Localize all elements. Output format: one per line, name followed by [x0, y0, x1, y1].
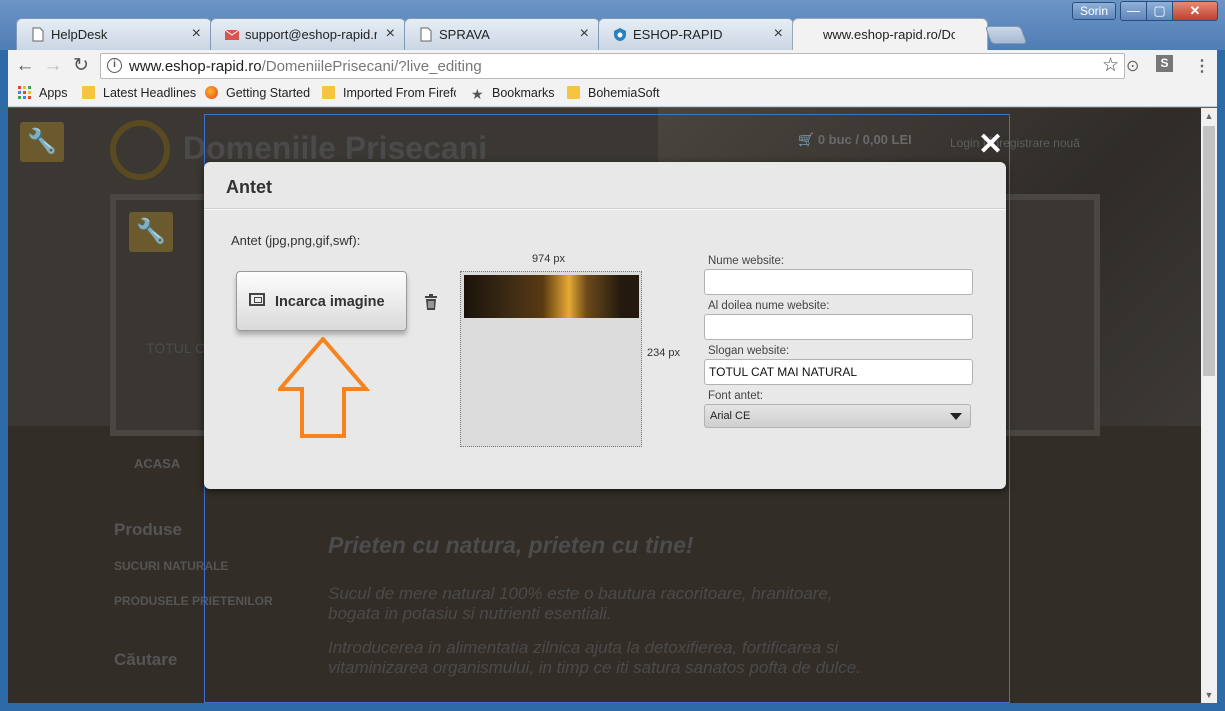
browser-toolbar: ← → ↻ i www.eshop-rapid.ro/DomeniilePris…	[8, 50, 1217, 82]
tab-title: support@eshop-rapid.ro	[245, 27, 377, 42]
website-name-input[interactable]	[704, 269, 973, 295]
address-bar[interactable]: i www.eshop-rapid.ro/DomeniilePrisecani/…	[100, 53, 1125, 79]
close-tab-icon[interactable]: ×	[580, 25, 589, 43]
maximize-button[interactable]: ▢	[1146, 1, 1173, 21]
folder-icon	[322, 86, 335, 99]
height-label: 234 px	[647, 347, 681, 359]
sidebar-search-heading: Căutare	[114, 650, 178, 669]
hero-slogan: TOTUL C	[146, 340, 206, 356]
bookmark-label: Imported From Firefo	[343, 86, 456, 100]
window-bottom-border	[0, 703, 1225, 711]
tab-title: HelpDesk	[51, 27, 108, 42]
apps-grid-icon	[18, 86, 31, 99]
bookmark-imported[interactable]: Imported From Firefo	[322, 86, 456, 100]
font-label: Font antet:	[708, 390, 763, 402]
folder-icon	[82, 86, 95, 99]
tab-active-page[interactable]: www.eshop-rapid.ro/Dom	[792, 18, 988, 51]
tab-support-mail[interactable]: support@eshop-rapid.ro ×	[210, 18, 406, 50]
upload-image-button[interactable]: Incarca imagine	[236, 271, 407, 331]
slogan-label: Slogan website:	[708, 345, 790, 357]
reload-icon[interactable]: ↻	[68, 54, 94, 78]
menu-icon[interactable]: ⋮	[1194, 56, 1210, 76]
chevron-down-icon	[950, 413, 962, 420]
bookmarks-bar: Apps Latest Headlines Getting Started Im…	[8, 82, 1217, 107]
url-path: /DomeniilePrisecani/?live_editing	[261, 58, 482, 75]
close-tab-icon[interactable]: ×	[774, 25, 783, 43]
wrench-icon[interactable]: 🔧	[20, 122, 64, 162]
website-name-label: Nume website:	[708, 255, 785, 267]
second-name-input[interactable]	[704, 314, 973, 340]
tab-helpdesk[interactable]: HelpDesk ×	[16, 18, 212, 50]
forward-icon[interactable]: →	[40, 54, 66, 78]
width-label: 974 px	[532, 253, 566, 265]
bookmark-label: Latest Headlines	[103, 86, 197, 100]
bookmark-latest-headlines[interactable]: Latest Headlines	[82, 86, 196, 100]
bookmark-star-icon[interactable]: ☆	[1102, 54, 1119, 77]
trash-icon[interactable]	[424, 294, 438, 310]
page-icon	[420, 27, 432, 42]
file-type-label: Antet (jpg,png,gif,swf):	[231, 233, 361, 248]
nav-home-link[interactable]: ACASA	[134, 456, 180, 471]
wrench-icon[interactable]: 🔧	[129, 212, 173, 252]
bookmark-label: Apps	[39, 86, 68, 100]
scroll-up-icon[interactable]: ▲	[1201, 108, 1217, 124]
star-icon: ★	[471, 86, 484, 102]
folder-icon	[567, 86, 580, 99]
page-scrollbar[interactable]: ▲ ▼	[1201, 108, 1217, 703]
url-text: www.eshop-rapid.ro/DomeniilePrisecani/?l…	[129, 58, 482, 75]
font-select[interactable]: Arial CE	[704, 404, 971, 428]
up-arrow-annotation-icon	[278, 337, 370, 438]
firefox-icon	[205, 86, 218, 99]
upload-button-label: Incarca imagine	[275, 294, 385, 310]
logo-icon	[110, 120, 170, 180]
info-icon[interactable]: i	[107, 58, 122, 73]
image-icon	[249, 293, 265, 306]
tab-eshop-rapid[interactable]: ESHOP-RAPID ×	[598, 18, 794, 50]
close-tab-icon[interactable]: ×	[386, 25, 395, 43]
profile-button[interactable]: Sorin	[1072, 2, 1116, 20]
close-overlay-icon[interactable]: ✕	[978, 130, 1003, 160]
bookmark-label: Bookmarks	[492, 86, 555, 100]
bookmark-apps[interactable]: Apps	[18, 86, 68, 100]
page-icon	[32, 27, 44, 42]
font-select-value: Arial CE	[710, 410, 751, 422]
bookmark-bohemiasoft[interactable]: BohemiaSoft	[567, 86, 660, 100]
header-image-preview	[460, 271, 642, 447]
scroll-down-icon[interactable]: ▼	[1201, 687, 1217, 703]
extension-s-icon[interactable]: S	[1156, 55, 1173, 72]
dialog-title: Antet	[226, 177, 272, 197]
back-icon[interactable]: ←	[12, 54, 38, 78]
scroll-thumb[interactable]	[1203, 126, 1215, 376]
sidebar-products-heading: Produse	[114, 520, 183, 539]
tab-title: www.eshop-rapid.ro/Dom	[823, 27, 955, 42]
extension-icon[interactable]: ⊙	[1126, 56, 1139, 76]
close-tab-icon[interactable]: ×	[192, 25, 201, 43]
tab-sprava[interactable]: SPRAVA ×	[404, 18, 600, 50]
tab-title: ESHOP-RAPID	[633, 27, 723, 42]
bookmark-getting-started[interactable]: Getting Started	[205, 86, 310, 100]
second-name-label: Al doilea nume website:	[708, 300, 830, 312]
header-settings-dialog: Antet Antet (jpg,png,gif,swf): Incarca i…	[204, 162, 1006, 489]
divider	[204, 208, 1006, 210]
url-domain: www.eshop-rapid.ro	[129, 58, 262, 75]
tab-title: SPRAVA	[439, 27, 490, 42]
close-window-button[interactable]: ✕	[1172, 1, 1218, 21]
new-tab-button[interactable]	[984, 26, 1028, 44]
shield-icon	[614, 28, 626, 41]
mail-icon	[225, 29, 239, 40]
header-image-thumbnail	[464, 275, 639, 318]
bookmark-label: Getting Started	[226, 86, 311, 100]
bookmark-label: BohemiaSoft	[588, 86, 660, 100]
minimize-button[interactable]: —	[1120, 1, 1147, 21]
bookmark-bookmarks[interactable]: ★ Bookmarks	[471, 86, 555, 101]
slogan-input[interactable]: TOTUL CAT MAI NATURAL	[704, 359, 973, 385]
